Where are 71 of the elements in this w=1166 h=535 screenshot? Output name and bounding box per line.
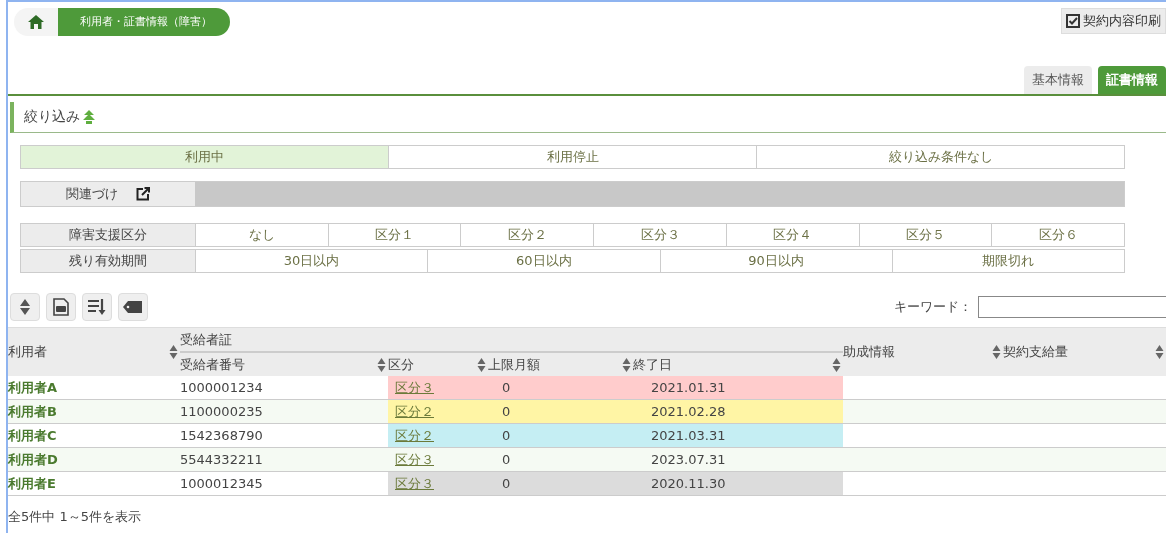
row-label: 残り有効期間: [21, 250, 195, 272]
column-header[interactable]: 区分: [388, 352, 488, 376]
table-cell: 1100000235: [180, 399, 388, 424]
filter-option[interactable]: 利用停止: [388, 146, 756, 168]
filter-option[interactable]: 90日以内: [659, 250, 892, 272]
table-cell: 1542368790: [180, 423, 388, 448]
table-cell: 0: [488, 447, 633, 472]
column-header[interactable]: 利用者: [8, 327, 180, 376]
keyword-field[interactable]: [978, 296, 1166, 318]
filter-option[interactable]: 利用中: [21, 146, 388, 168]
column-header[interactable]: 上限月額: [488, 352, 633, 376]
filter-option[interactable]: 60日以内: [427, 250, 660, 272]
tag-icon: [123, 301, 143, 313]
table-cell: 2021.01.31: [633, 376, 843, 400]
user-name[interactable]: 利用者B: [8, 399, 180, 424]
breadcrumb-link[interactable]: 利用者・証書情報（障害）: [58, 8, 230, 36]
tab[interactable]: 証書情報: [1098, 66, 1166, 94]
tag-button[interactable]: [118, 293, 148, 321]
table-cell: 0: [488, 399, 633, 424]
table-cell: 2020.11.30: [633, 471, 843, 496]
home-button[interactable]: [14, 8, 58, 36]
group-header: 受給者証: [180, 327, 843, 352]
result-count: 全5件中 1～5件を表示: [8, 508, 142, 526]
sort-icon: [19, 298, 31, 316]
sort-icon[interactable]: [832, 356, 841, 373]
sort-icon[interactable]: [377, 356, 386, 373]
filter-option[interactable]: 区分４: [725, 224, 859, 246]
file-icon: [53, 298, 69, 316]
user-name[interactable]: 利用者A: [8, 376, 180, 400]
sort-icon[interactable]: [992, 344, 1001, 360]
table-cell: 2021.03.31: [633, 423, 843, 448]
print-button[interactable]: 契約内容印刷: [1061, 8, 1166, 34]
user-name[interactable]: 利用者C: [8, 423, 180, 448]
column-header[interactable]: 受給者番号: [180, 352, 388, 376]
filter-option[interactable]: 区分３: [593, 224, 726, 246]
export-button[interactable]: [46, 293, 76, 321]
filter-option[interactable]: 区分６: [991, 224, 1125, 246]
sort-icon[interactable]: [169, 344, 178, 360]
table-cell: 0: [488, 376, 633, 400]
table-cell: 2023.07.31: [633, 447, 843, 472]
sort-icon[interactable]: [622, 356, 631, 373]
table-cell: 0: [488, 471, 633, 496]
home-icon: [28, 15, 44, 29]
row-label: 障害支援区分: [21, 224, 195, 246]
filter-option[interactable]: 絞り込み条件なし: [756, 146, 1124, 168]
collapse-icon[interactable]: [83, 110, 95, 124]
table-cell: 1000001234: [180, 376, 388, 400]
table-cell: 1000012345: [180, 471, 388, 496]
checkbox-icon: [1066, 14, 1080, 28]
filter-option[interactable]: 期限切れ: [891, 250, 1124, 272]
section-title: 絞り込み: [24, 108, 80, 126]
user-name[interactable]: 利用者D: [8, 447, 180, 472]
tab[interactable]: 基本情報: [1024, 66, 1092, 94]
sort-icon[interactable]: [477, 356, 486, 373]
sort-icon[interactable]: [1155, 344, 1164, 360]
filter-option[interactable]: 30日以内: [195, 250, 428, 272]
table-cell: 5544332211: [180, 447, 388, 472]
table-cell: 0: [488, 423, 633, 448]
table-cell: 2021.02.28: [633, 399, 843, 424]
order-button[interactable]: [82, 293, 112, 321]
filter-option[interactable]: 区分１: [327, 224, 461, 246]
filter-option[interactable]: なし: [195, 224, 328, 246]
column-header[interactable]: 契約支給量: [1003, 327, 1166, 376]
filter-option[interactable]: 区分２: [460, 224, 594, 246]
list-sort-icon: [88, 299, 106, 315]
column-header[interactable]: 助成情報: [843, 327, 1003, 376]
column-header[interactable]: 終了日: [633, 352, 843, 376]
sort-button[interactable]: [10, 293, 40, 321]
user-name[interactable]: 利用者E: [8, 471, 180, 496]
keyword-label: キーワード：: [894, 298, 972, 316]
filter-option[interactable]: 区分５: [858, 224, 992, 246]
